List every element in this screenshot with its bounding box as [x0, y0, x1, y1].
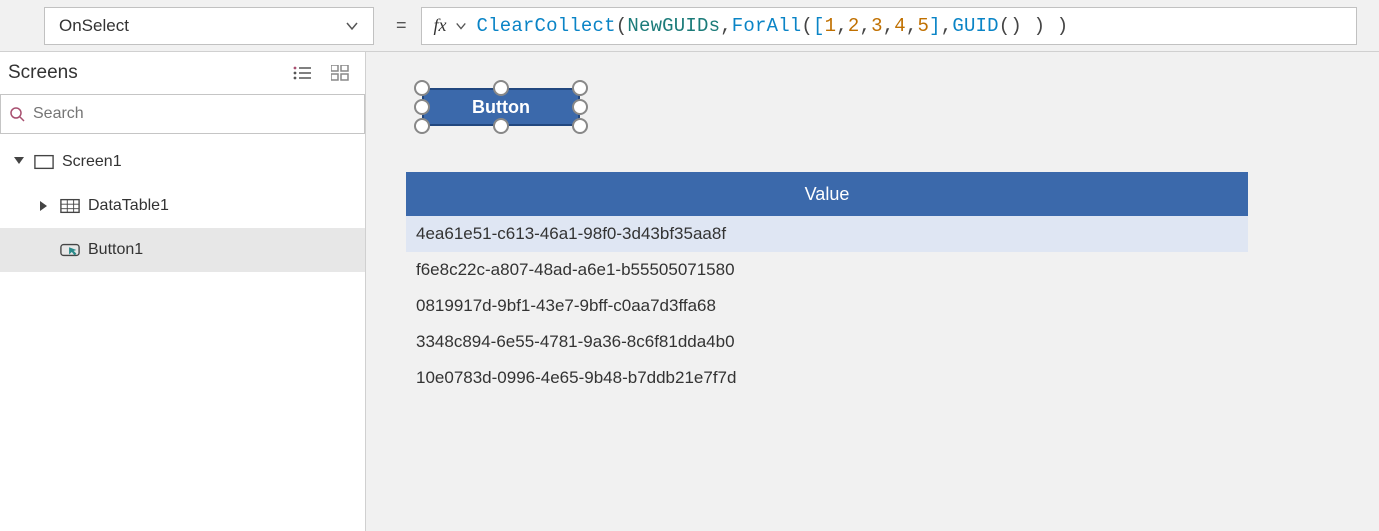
formula-token: , [720, 15, 732, 37]
tree-title: Screens [8, 62, 78, 84]
chevron-down-icon[interactable] [455, 20, 467, 32]
formula-token: , [906, 15, 918, 37]
resize-handle[interactable] [414, 118, 430, 134]
table-row[interactable]: 3348c894-6e55-4781-9a36-8c6f81dda4b0 [406, 324, 1248, 360]
search-icon [7, 104, 27, 124]
canvas[interactable]: Button Value 4ea61e51-c613-46a1-98f0-3d4… [366, 52, 1379, 531]
fx-icon: fx [434, 15, 447, 36]
tree-item-label: Button1 [88, 241, 143, 259]
formula-token: , [941, 15, 953, 37]
resize-handle[interactable] [414, 99, 430, 115]
search-input[interactable] [27, 95, 358, 133]
cell-value: 3348c894-6e55-4781-9a36-8c6f81dda4b0 [416, 332, 735, 352]
data-table[interactable]: Value 4ea61e51-c613-46a1-98f0-3d43bf35aa… [406, 172, 1248, 396]
data-table-header[interactable]: Value [406, 172, 1248, 216]
formula-token: ClearCollect [477, 15, 616, 37]
table-row[interactable]: 4ea61e51-c613-46a1-98f0-3d43bf35aa8f [406, 216, 1248, 252]
tree-item-screen1[interactable]: Screen1 [0, 140, 365, 184]
cell-value: 4ea61e51-c613-46a1-98f0-3d43bf35aa8f [416, 224, 726, 244]
tree-panel: Screens [0, 52, 366, 531]
resize-handle[interactable] [572, 99, 588, 115]
column-header-value: Value [805, 184, 850, 205]
button-icon [60, 242, 80, 258]
tree-list: Screen1 DataTable1 · [0, 134, 365, 272]
resize-handle[interactable] [414, 80, 430, 96]
formula-token: ( [616, 15, 628, 37]
property-selector-value: OnSelect [59, 16, 129, 36]
resize-handle[interactable] [493, 80, 509, 96]
button-control-text: Button [472, 97, 530, 118]
formula-bar: OnSelect = fx ClearCollect( NewGUIDs, Fo… [0, 0, 1379, 52]
property-selector[interactable]: OnSelect [44, 7, 374, 45]
formula-token: 3 [871, 15, 883, 37]
table-row[interactable]: f6e8c22c-a807-48ad-a6e1-b55505071580 [406, 252, 1248, 288]
formula-box[interactable]: fx ClearCollect( NewGUIDs, ForAll( [ 1, … [421, 7, 1357, 45]
grid-view-icon[interactable] [331, 65, 349, 81]
tree-search[interactable] [0, 94, 365, 134]
formula-token: ] [929, 15, 941, 37]
formula-token: 1 [825, 15, 837, 37]
equals-sign: = [396, 15, 407, 36]
formula-token: , [859, 15, 871, 37]
formula-token: () ) ) [999, 15, 1069, 37]
formula-token: , [836, 15, 848, 37]
resize-handle[interactable] [572, 80, 588, 96]
formula-token: , [883, 15, 895, 37]
tree-header: Screens [0, 52, 365, 94]
collapse-icon[interactable] [14, 157, 26, 167]
table-row[interactable]: 10e0783d-0996-4e65-9b48-b7ddb21e7f7d [406, 360, 1248, 396]
formula-token: 4 [894, 15, 906, 37]
tree-item-label: DataTable1 [88, 197, 169, 215]
resize-handle[interactable] [493, 118, 509, 134]
formula-token: ( [801, 15, 813, 37]
cell-value: 0819917d-9bf1-43e7-9bff-c0aa7d3ffa68 [416, 296, 716, 316]
screen-icon [34, 154, 54, 170]
table-row[interactable]: 0819917d-9bf1-43e7-9bff-c0aa7d3ffa68 [406, 288, 1248, 324]
formula-token: NewGUIDs [627, 15, 720, 37]
formula-token: 5 [918, 15, 930, 37]
main-split: Screens [0, 52, 1379, 531]
formula-token: ForAll [732, 15, 802, 37]
tree-item-label: Screen1 [62, 153, 122, 171]
tree-item-datatable1[interactable]: DataTable1 [0, 184, 365, 228]
tree-item-button1[interactable]: · Button1 [0, 228, 365, 272]
list-view-icon[interactable] [293, 65, 313, 81]
button-control-selected[interactable]: Button [406, 80, 596, 134]
formula-token: GUID [952, 15, 998, 37]
formula-text[interactable]: ClearCollect( NewGUIDs, ForAll( [ 1, 2, … [477, 15, 1069, 37]
cell-value: 10e0783d-0996-4e65-9b48-b7ddb21e7f7d [416, 368, 736, 388]
formula-token: 2 [848, 15, 860, 37]
chevron-down-icon [345, 19, 359, 33]
datatable-icon [60, 198, 80, 214]
tree-view-icons [293, 65, 349, 81]
formula-token: [ [813, 15, 825, 37]
resize-handle[interactable] [572, 118, 588, 134]
expand-icon[interactable] [40, 201, 52, 211]
cell-value: f6e8c22c-a807-48ad-a6e1-b55505071580 [416, 260, 735, 280]
